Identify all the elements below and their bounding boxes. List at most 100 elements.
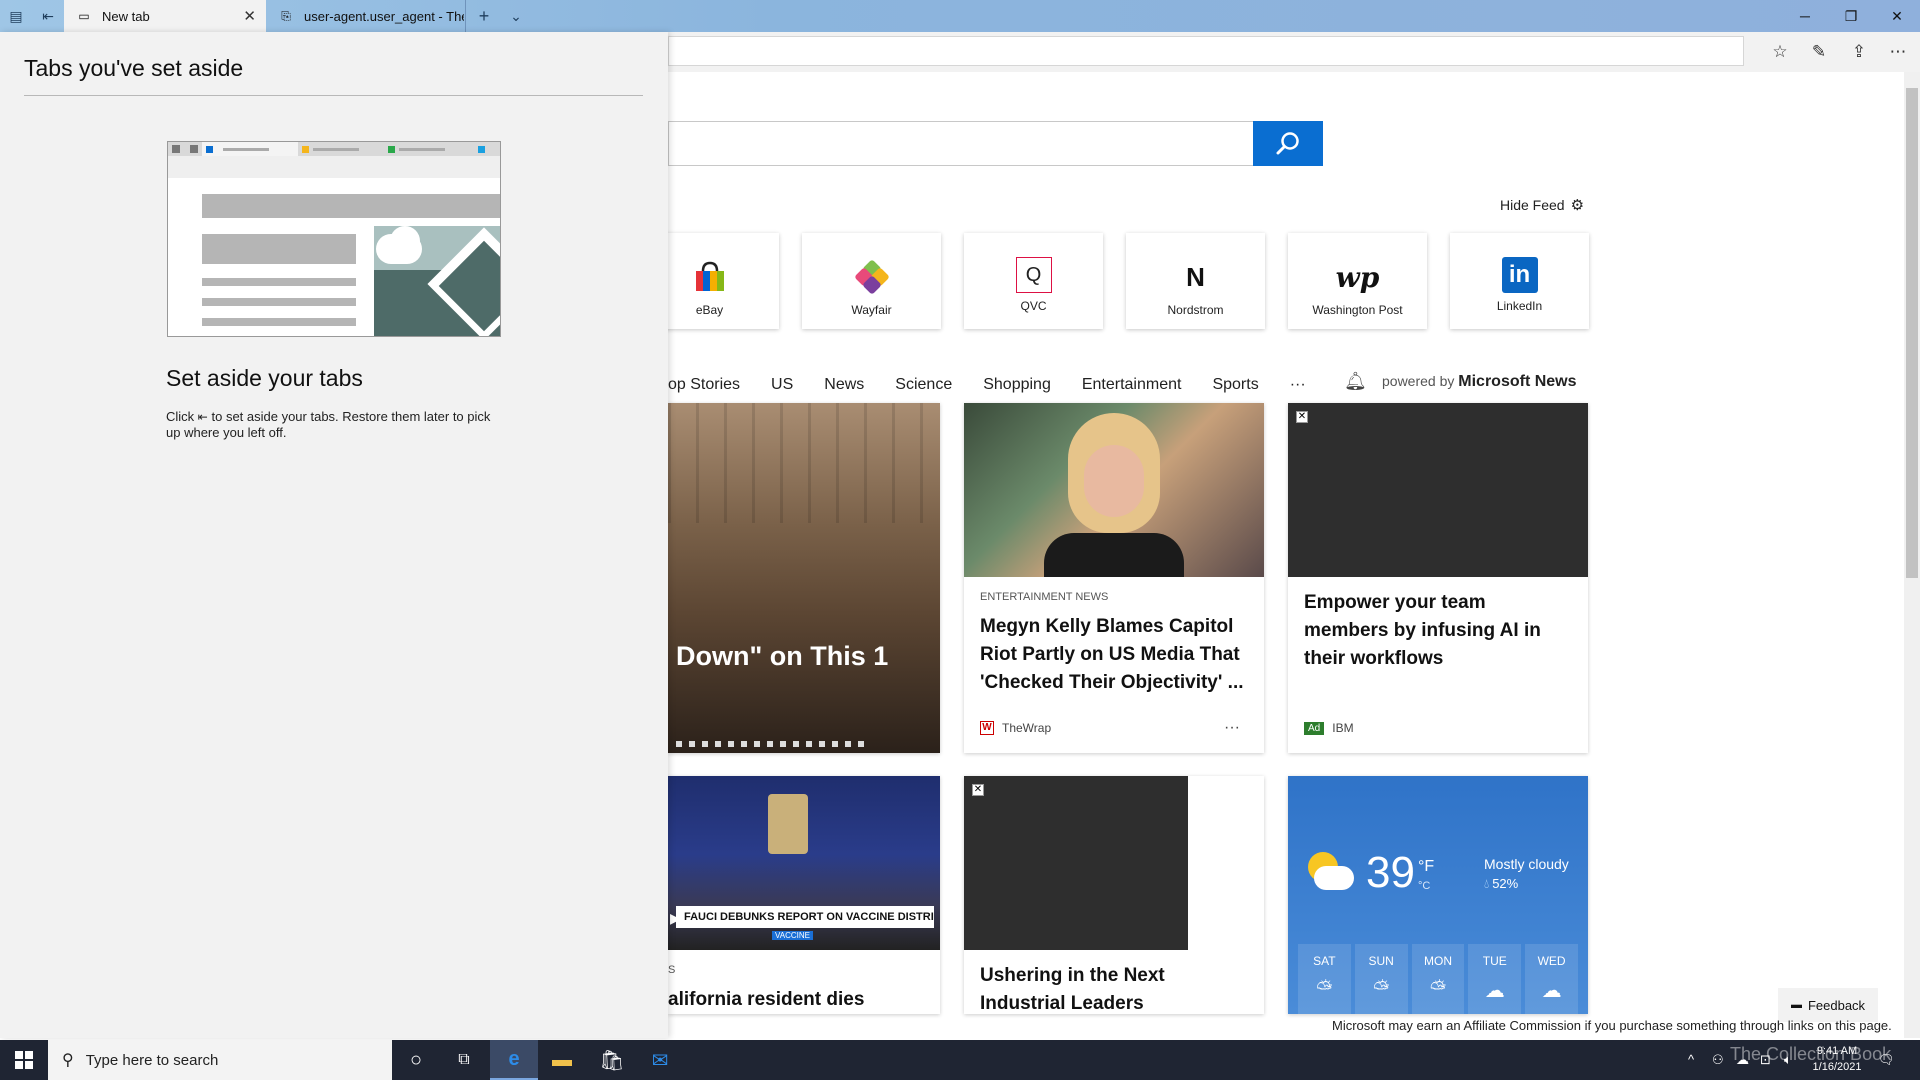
top-site-tile-qvc[interactable]: Q QVC [964, 233, 1103, 329]
ad-badge: Ad [1304, 721, 1325, 735]
story-headline: Megyn Kelly Blames Capitol Riot Partly o… [980, 616, 1244, 693]
edge-icon[interactable]: e [490, 1040, 538, 1080]
top-site-tile-wayfair[interactable]: Wayfair [802, 233, 941, 329]
feedback-icon: ▬ [1790, 999, 1802, 1011]
close-tab-icon[interactable]: ✕ [243, 7, 256, 25]
search-icon [1276, 131, 1299, 154]
feedback-button[interactable]: ▬ Feedback [1778, 988, 1878, 1022]
onedrive-cloud-icon[interactable]: ☁︎ [1736, 1052, 1749, 1068]
tile-label: LinkedIn [1496, 299, 1543, 313]
taskbar-search-input[interactable]: ⚲ Type here to search [48, 1040, 392, 1080]
tab-label: user-agent.user_agent - The [304, 8, 464, 24]
people-icon[interactable]: ⚇ [1712, 1052, 1724, 1068]
wayfair-icon [852, 257, 892, 297]
notification-icon[interactable]: 🗨︎ [1878, 1052, 1895, 1068]
top-site-tile-linkedin[interactable]: in LinkedIn [1450, 233, 1589, 329]
network-icon[interactable]: ⊡ [1760, 1052, 1771, 1068]
search-button[interactable] [1253, 121, 1323, 166]
file-explorer-icon[interactable]: ▬ [538, 1040, 586, 1080]
story-overlay-headline: Down" on This 1 [676, 641, 889, 671]
story-more-button[interactable]: ··· [1224, 719, 1240, 737]
weather-card[interactable]: 39 °F °C Mostly cloudy 💧︎ 52% SAT ⛅︎ SUN ⛅… [1288, 776, 1588, 1014]
restore-button[interactable]: ❐ [1828, 0, 1874, 32]
tab-new-tab[interactable]: ▭ New tab ✕ [64, 0, 266, 32]
powered-by: powered by Microsoft News [1382, 373, 1577, 390]
category-entertainment[interactable]: Entertainment [1082, 376, 1182, 394]
category-sports[interactable]: Sports [1212, 376, 1258, 394]
ad-image: ✕ [964, 776, 1188, 950]
forecast-day[interactable]: SAT ⛅︎ [1298, 944, 1351, 1014]
broken-image-icon: ✕ [972, 784, 984, 796]
share-icon[interactable]: ⇪ [1843, 38, 1875, 66]
volume-icon[interactable]: 🔈︎ [1784, 1052, 1792, 1068]
forecast-day[interactable]: SUN ⛅︎ [1354, 944, 1408, 1014]
thewrap-icon: W [980, 721, 994, 735]
nordstrom-logo: N [1186, 261, 1205, 292]
video-chyron: VACCINE [772, 931, 813, 940]
tile-label: eBay [695, 303, 724, 317]
bell-icon[interactable]: 🔔︎ [1344, 371, 1367, 392]
category-science[interactable]: Science [895, 376, 952, 394]
news-card-megyn[interactable]: ENTERTAINMENT NEWS Megyn Kelly Blames Ca… [964, 403, 1264, 753]
forecast-day[interactable]: TUE ☁︎ [1468, 944, 1522, 1014]
tab-user-agent[interactable]: ⎘ user-agent.user_agent - The [266, 0, 466, 32]
story-source: W TheWrap [980, 721, 1051, 735]
category-more[interactable]: ··· [1290, 376, 1306, 394]
carousel-dots[interactable] [676, 741, 866, 747]
category-news[interactable]: News [824, 376, 864, 394]
top-site-tile-nordstrom[interactable]: N Nordstrom [1126, 233, 1265, 329]
weather-forecast: SAT ⛅︎ SUN ⛅︎ MON ⛅︎ TUE ☁︎ WED ☁︎ [1298, 944, 1578, 1014]
task-view-icon[interactable]: ⧉ [440, 1040, 488, 1080]
more-menu-icon[interactable]: ⋯ [1882, 38, 1914, 66]
hide-feed-label: Hide Feed [1500, 197, 1565, 213]
store-icon[interactable]: 🛍︎ [588, 1040, 636, 1080]
forecast-day[interactable]: WED ☁︎ [1525, 944, 1578, 1014]
tab-preview-icon[interactable]: ▤ [4, 4, 28, 28]
affiliate-disclaimer: Microsoft may earn an Affiliate Commissi… [1332, 1018, 1892, 1033]
tray-chevron-up-icon[interactable]: ^ [1688, 1052, 1694, 1067]
page-favicon-icon: ⎘ [281, 8, 291, 23]
pen-icon[interactable]: ✎ [1803, 38, 1835, 66]
category-shopping[interactable]: Shopping [983, 376, 1051, 394]
news-category-nav: op Stories US News Science Shopping Ente… [668, 373, 1337, 397]
ad-card-ibm[interactable]: ✕ Empower your team members by infusing … [1288, 403, 1588, 753]
tile-label: QVC [1020, 299, 1047, 313]
category-top-stories[interactable]: op Stories [668, 376, 740, 394]
washington-post-logo: wp [1335, 260, 1380, 294]
hide-feed-button[interactable]: Hide Feed ⚙ [1500, 195, 1584, 215]
top-site-tile-washington-post[interactable]: wp Washington Post [1288, 233, 1427, 329]
ebay-bag-icon [690, 257, 730, 297]
story-headline: alifornia resident dies [668, 989, 865, 1010]
set-aside-illustration [167, 141, 501, 337]
play-icon[interactable]: ▶ [670, 910, 681, 927]
unit-fahrenheit[interactable]: °F [1418, 858, 1434, 876]
set-aside-description: Click ⇤ to set aside your tabs. Restore … [166, 409, 491, 440]
rain-cloud-icon: ☁︎ [1541, 980, 1562, 1002]
title-bar: ▤ ⇤ ▭ New tab ✕ ⎘ user-agent.user_agent … [0, 0, 1920, 32]
close-window-button[interactable]: ✕ [1874, 0, 1920, 32]
web-search-input[interactable] [668, 121, 1255, 166]
scrollbar-thumb[interactable] [1906, 88, 1918, 578]
chevron-down-icon[interactable]: ⌄ [504, 4, 528, 28]
new-tab-plus-icon[interactable]: + [472, 4, 496, 28]
news-card-featured[interactable]: Down" on This 1 [668, 403, 940, 753]
address-bar[interactable] [668, 36, 1744, 66]
set-aside-tabs-icon[interactable]: ⇤ [36, 4, 60, 28]
ad-card-ushering[interactable]: ✕ Ushering in the Next Industrial Leader… [964, 776, 1264, 1014]
taskbar-clock[interactable]: 9:41 AM 1/16/2021 [1808, 1043, 1866, 1075]
windows-start-icon[interactable] [0, 1040, 48, 1080]
forecast-day[interactable]: MON ⛅︎ [1411, 944, 1465, 1014]
cortana-icon[interactable]: ○ [392, 1040, 440, 1080]
partly-cloudy-icon [1304, 852, 1354, 894]
favorites-star-icon[interactable]: ☆ [1764, 38, 1796, 66]
category-us[interactable]: US [771, 376, 793, 394]
tile-label: Wayfair [851, 303, 892, 317]
weather-precip: 💧︎ 52% [1484, 876, 1519, 891]
raindrop-icon: 💧︎ [1484, 876, 1490, 891]
news-card-fauci[interactable]: FAUCI DEBUNKS REPORT ON VACCINE DISTRIBU… [668, 776, 940, 1014]
unit-celsius[interactable]: °C [1418, 880, 1430, 892]
mail-icon[interactable]: ✉ [636, 1040, 684, 1080]
minimize-button[interactable]: ─ [1782, 0, 1828, 32]
ad-source: Ad IBM [1304, 721, 1354, 735]
set-aside-tabs-icon: ⇤ [197, 410, 208, 424]
